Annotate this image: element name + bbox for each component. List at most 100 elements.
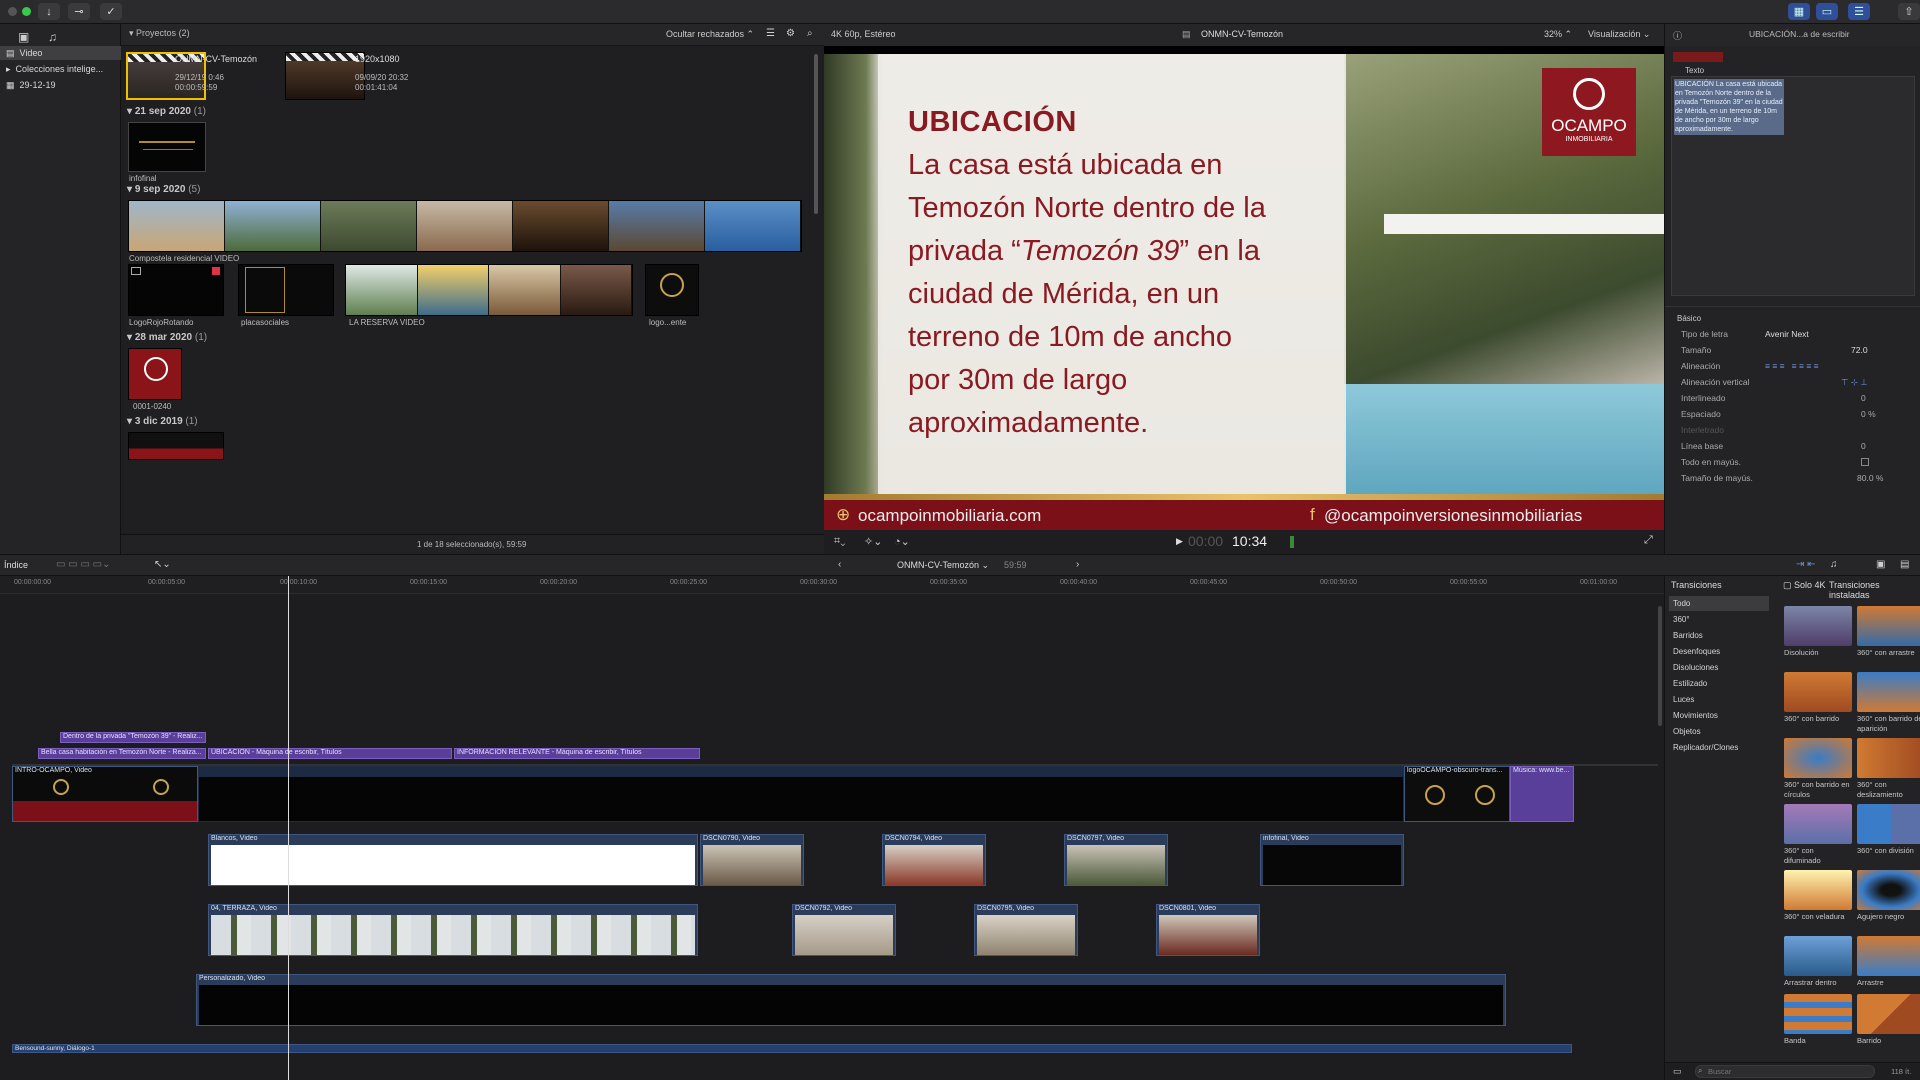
- transition-thumbnail[interactable]: [1857, 994, 1920, 1034]
- connected-clip[interactable]: Blancos, Video: [208, 834, 698, 886]
- index-button[interactable]: Índice: [4, 560, 28, 570]
- history-back-icon[interactable]: ‹: [838, 559, 841, 570]
- playhead[interactable]: [288, 576, 289, 1080]
- vertical-alignment-row[interactable]: Alineación vertical ⊤ ⊹ ⊥: [1681, 374, 1911, 390]
- connected-clip[interactable]: DSCN0790, Video: [700, 834, 804, 886]
- filter-dropdown[interactable]: Ocultar rechazados ⌃: [666, 29, 754, 40]
- category-item[interactable]: 360°: [1669, 612, 1769, 627]
- keywords-icon[interactable]: ⊸: [68, 3, 90, 20]
- filmstrip-clip[interactable]: [345, 264, 633, 316]
- background-tasks-icon[interactable]: ✓: [100, 3, 122, 20]
- transition-thumbnail[interactable]: [1784, 804, 1852, 844]
- timeline-layout-icon[interactable]: ▭: [1816, 3, 1838, 20]
- title-clip[interactable]: UBICACIÓN - Máquina de escribir, Títulos: [208, 748, 452, 759]
- clip-thumbnail[interactable]: [128, 122, 206, 172]
- valign-buttons-icon[interactable]: ⊤ ⊹ ⊥: [1841, 377, 1868, 388]
- music-clip[interactable]: Música: www.be...: [1510, 766, 1574, 822]
- enhance-icon[interactable]: ✧⌄: [864, 535, 882, 548]
- transitions-search-input[interactable]: [1695, 1065, 1875, 1078]
- category-item[interactable]: Barridos: [1669, 628, 1769, 643]
- intro-clip[interactable]: INTRO-OCAMPO, Video: [12, 766, 198, 822]
- lower-clip[interactable]: Personalizado, Video: [196, 974, 1506, 1026]
- audio-clip[interactable]: Bensound-sunny, Diálogo-1: [12, 1044, 1572, 1053]
- snapping-icon[interactable]: ⇥ ⇤: [1796, 559, 1816, 570]
- transition-thumbnail[interactable]: [1784, 738, 1852, 778]
- connected-clip[interactable]: infofinal, Video: [1260, 834, 1404, 886]
- select-tool-icon[interactable]: ↖⌄: [154, 559, 171, 570]
- text-field[interactable]: UBICACIÓN La casa está ubicada en Temozó…: [1671, 76, 1915, 296]
- share-icon[interactable]: ⇧: [1898, 3, 1920, 20]
- alignment-row[interactable]: Alineación ≡ ≡ ≡ ≡ ≡ ≡ ≡: [1681, 358, 1911, 374]
- connected-clip[interactable]: DSCN0795, Video: [974, 904, 1078, 956]
- history-forward-icon[interactable]: ›: [1076, 559, 1079, 570]
- connected-clip[interactable]: DSCN0797, Video: [1064, 834, 1168, 886]
- close-window-button[interactable]: [8, 7, 17, 16]
- transition-thumbnail[interactable]: [1857, 870, 1920, 910]
- category-item[interactable]: Movimientos: [1669, 708, 1769, 723]
- sidebar-item-event[interactable]: ▦ 29-12-19: [0, 78, 121, 92]
- transition-thumbnail[interactable]: [1857, 804, 1920, 844]
- timecode[interactable]: 10:34: [1232, 533, 1267, 549]
- transition-thumbnail[interactable]: [1857, 936, 1920, 976]
- transition-thumbnail[interactable]: [1784, 672, 1852, 712]
- transition-thumbnail[interactable]: [1784, 870, 1852, 910]
- transition-thumbnail[interactable]: [1857, 738, 1920, 778]
- tracking-row[interactable]: Espaciado 0 %: [1681, 406, 1911, 422]
- connected-clip[interactable]: DSCN0801, Video: [1156, 904, 1260, 956]
- event-group-header[interactable]: ▾ 3 dic 2019 (1): [127, 416, 198, 427]
- inspector-layout-icon[interactable]: ☰: [1848, 3, 1870, 20]
- event-group-header[interactable]: ▾ 21 sep 2020 (1): [127, 106, 206, 117]
- logo-clip[interactable]: logoOCAMPO-obscuro-trans...: [1404, 766, 1510, 822]
- category-item[interactable]: Desenfoques: [1669, 644, 1769, 659]
- effects-browser-icon[interactable]: ▤: [1900, 559, 1909, 570]
- crop-icon[interactable]: ⌗⌄: [834, 535, 845, 548]
- category-item[interactable]: Disoluciones: [1669, 660, 1769, 675]
- connected-clip[interactable]: 04, TERRAZA, Video: [208, 904, 698, 956]
- browser-scrollbar[interactable]: [814, 54, 818, 214]
- list-view-icon[interactable]: ☰: [766, 28, 775, 39]
- edit-buttons-icon[interactable]: ▭ ▭ ▭ ▭⌄: [56, 559, 111, 570]
- kerning-row[interactable]: Interletrado: [1681, 422, 1911, 438]
- clip-thumbnail[interactable]: [645, 264, 699, 316]
- sidebar-item-smart-collections[interactable]: ▸ Colecciones intelige...: [0, 62, 121, 76]
- view-menu[interactable]: Visualización ⌄: [1588, 29, 1650, 40]
- transition-thumbnail[interactable]: [1784, 994, 1852, 1034]
- project-thumbnail[interactable]: [285, 52, 365, 100]
- connected-clip[interactable]: DSCN0792, Video: [792, 904, 896, 956]
- category-item[interactable]: Estilizado: [1669, 676, 1769, 691]
- category-item[interactable]: Objetos: [1669, 724, 1769, 739]
- clip-thumbnail[interactable]: [128, 432, 224, 460]
- speed-icon[interactable]: ◔⌄: [894, 535, 910, 548]
- align-buttons-icon[interactable]: ≡ ≡ ≡ ≡ ≡ ≡ ≡: [1765, 361, 1819, 371]
- zoom-dropdown[interactable]: 32% ⌃: [1544, 29, 1572, 40]
- event-group-header[interactable]: ▾ 9 sep 2020 (5): [127, 184, 200, 195]
- connected-clip[interactable]: DSCN0794, Video: [882, 834, 986, 886]
- baseline-row[interactable]: Línea base 0: [1681, 438, 1911, 454]
- main-video-clip[interactable]: [198, 766, 1404, 822]
- transition-thumbnail[interactable]: [1784, 936, 1852, 976]
- font-row[interactable]: Tipo de letra Avenir Next: [1681, 326, 1911, 342]
- sidebar-toggle-icon[interactable]: ▭: [1673, 1066, 1682, 1077]
- transition-thumbnail[interactable]: [1784, 606, 1852, 646]
- search-icon[interactable]: ⌕: [807, 28, 813, 39]
- photos-audio-icon[interactable]: ♫: [48, 30, 57, 44]
- clip-thumbnail[interactable]: [238, 264, 334, 316]
- timeline-ruler[interactable]: 00:00:00:00 00:00:05:00 00:00:10:00 00:0…: [0, 576, 1664, 594]
- category-item[interactable]: Luces: [1669, 692, 1769, 707]
- title-clip[interactable]: INFORMACIÓN RELEVANTE - Máquina de escri…: [454, 748, 700, 759]
- basic-section-label[interactable]: Básico: [1677, 314, 1701, 323]
- library-icon[interactable]: ▣: [18, 30, 29, 44]
- library-layout-icon[interactable]: ▦: [1788, 3, 1810, 20]
- size-row[interactable]: Tamaño 72.0: [1681, 342, 1911, 358]
- transition-thumbnail[interactable]: [1857, 606, 1920, 646]
- line-spacing-row[interactable]: Interlineado 0: [1681, 390, 1911, 406]
- project-group-header[interactable]: ▾ Proyectos (2): [129, 28, 190, 39]
- import-icon[interactable]: ↓: [38, 3, 60, 20]
- title-clip[interactable]: Bella casa habitación en Temozón Norte -…: [38, 748, 206, 759]
- category-item[interactable]: Replicador/Clones: [1669, 740, 1769, 755]
- clip-appearance-icon[interactable]: ⚙: [786, 28, 795, 39]
- caps-size-row[interactable]: Tamaño de mayús. 80.0 %: [1681, 470, 1911, 486]
- sidebar-item-video[interactable]: ▤ Video: [0, 46, 121, 60]
- event-group-header[interactable]: ▾ 28 mar 2020 (1): [127, 332, 207, 343]
- transition-thumbnail[interactable]: [1857, 672, 1920, 712]
